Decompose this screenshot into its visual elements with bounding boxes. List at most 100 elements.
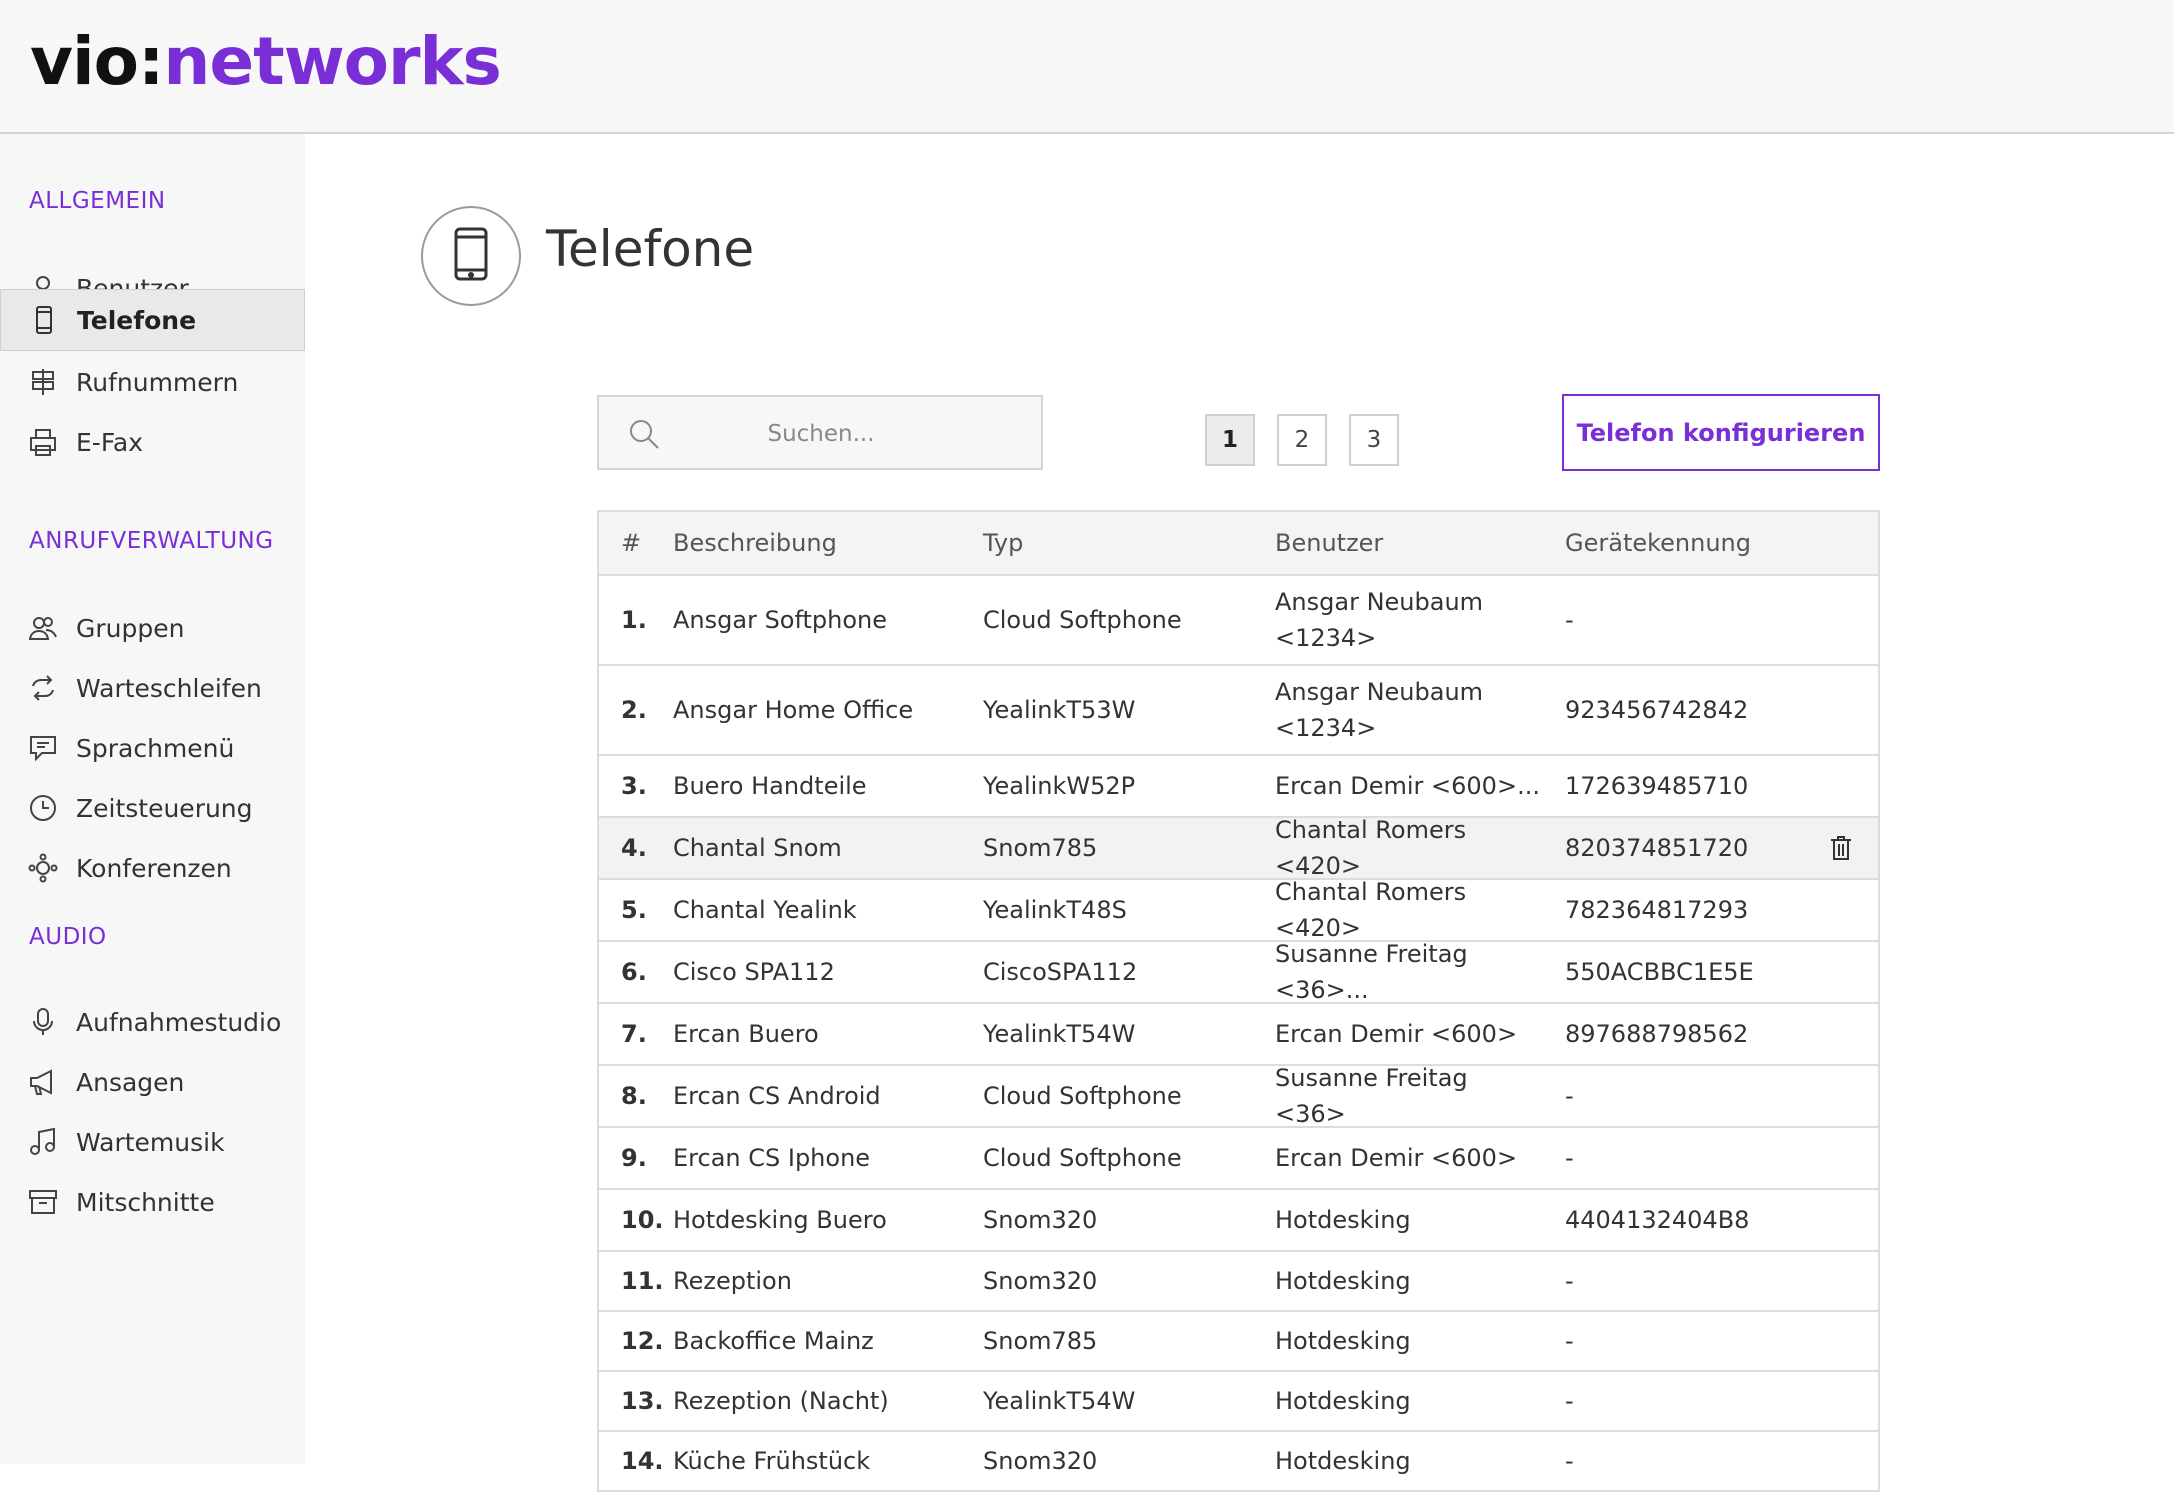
row-user: Ansgar Neubaum <1234> [1275, 678, 1484, 742]
page-button-2[interactable]: 2 [1277, 414, 1327, 466]
header-user[interactable]: Benutzer [1275, 512, 1545, 574]
page-button-3[interactable]: 3 [1349, 414, 1399, 466]
search-box[interactable] [597, 395, 1043, 470]
row-user: Ercan Demir <600> [1275, 1144, 1518, 1172]
row-number: 3. [621, 772, 647, 800]
logo-part-1: vio: [30, 23, 164, 100]
row-user: Chantal Romers <420> [1275, 878, 1467, 942]
row-device-id: 550ACBBC1E5E [1565, 958, 1754, 986]
row-number: 7. [621, 1020, 647, 1048]
row-type: YealinkT53W [983, 696, 1136, 724]
row-device-id: 4404132404B8 [1565, 1206, 1750, 1234]
fax-icon [28, 427, 58, 457]
row-description: Rezeption [673, 1267, 792, 1295]
row-type: Cloud Softphone [983, 606, 1182, 634]
row-type: YealinkW52P [983, 772, 1136, 800]
clock-icon [28, 793, 58, 823]
table-row[interactable]: 13. Rezeption (Nacht) YealinkT54W Hotdeskin… [599, 1372, 1878, 1432]
table-row[interactable]: 8. Ercan CS Android Cloud Softphone Susanne… [599, 1064, 1878, 1128]
row-description: Chantal Yealink [673, 896, 857, 924]
page-title: Telefone [546, 220, 755, 278]
sidebar-section-audio: AUDIO [29, 924, 107, 950]
row-description: Backoffice Mainz [673, 1327, 874, 1355]
sidebar-item-aufnahmestudio[interactable]: Aufnahmestudio [0, 992, 305, 1052]
row-device-id: 923456742842 [1565, 696, 1749, 724]
sidebar-item-warteschleifen[interactable]: Warteschleifen [0, 658, 305, 718]
sidebar-item-label: Aufnahmestudio [76, 1007, 282, 1037]
row-description: Küche Frühstück [673, 1447, 871, 1475]
sidebar-item-wartemusik[interactable]: Wartemusik [0, 1112, 305, 1172]
table-row[interactable]: 12. Backoffice Mainz Snom785 Hotdesking - [599, 1312, 1878, 1372]
table-row[interactable]: 4. Chantal Snom Snom785 Chantal Romers <420… [599, 816, 1878, 880]
row-user: Hotdesking [1275, 1387, 1411, 1415]
search-icon [627, 417, 661, 455]
sidebar-item-zeitsteuerung[interactable]: Zeitsteuerung [0, 778, 305, 838]
sidebar-item-konferenzen[interactable]: Konferenzen [0, 838, 305, 898]
row-description: Buero Handteile [673, 772, 867, 800]
row-user: Ercan Demir <600> [1275, 1020, 1518, 1048]
row-type: Cloud Softphone [983, 1144, 1182, 1172]
sidebar-item-label: Zeitsteuerung [76, 793, 253, 823]
row-number: 11. [621, 1267, 664, 1295]
table-row[interactable]: 9. Ercan CS Iphone Cloud Softphone Ercan De… [599, 1128, 1878, 1190]
sidebar-item-efax[interactable]: E-Fax [0, 412, 305, 472]
table-row[interactable]: 6. Cisco SPA112 CiscoSPA112 Susanne Freitag… [599, 940, 1878, 1004]
row-description: Ansgar Home Office [673, 696, 914, 724]
row-number: 5. [621, 896, 647, 924]
row-description: Ercan Buero [673, 1020, 819, 1048]
header-device-id[interactable]: Gerätekennung [1565, 512, 1751, 574]
row-user: Ansgar Neubaum <1234> [1275, 588, 1484, 652]
trash-icon[interactable] [1830, 818, 1852, 878]
header-type[interactable]: Typ [983, 512, 1023, 574]
page-icon [421, 206, 521, 306]
row-user: Ercan Demir <600>... [1275, 772, 1540, 800]
row-number: 8. [621, 1082, 647, 1110]
page-button-1[interactable]: 1 [1205, 414, 1255, 466]
sidebar-item-gruppen[interactable]: Gruppen [0, 598, 305, 658]
phones-table: # Beschreibung Typ Benutzer Gerätekennun… [597, 510, 1880, 1492]
signpost-icon [28, 367, 58, 397]
row-device-id: - [1565, 1387, 1574, 1415]
sidebar-item-sprachmenue[interactable]: Sprachmenü [0, 718, 305, 778]
conference-icon [28, 853, 58, 883]
row-number: 12. [621, 1327, 664, 1355]
header-description[interactable]: Beschreibung [673, 512, 837, 574]
sidebar-item-rufnummern[interactable]: Rufnummern [0, 352, 305, 412]
table-row[interactable]: 14. Küche Frühstück Snom320 Hotdesking - [599, 1432, 1878, 1492]
table-row[interactable]: 2. Ansgar Home Office YealinkT53W Ansgar Ne… [599, 666, 1878, 756]
music-icon [28, 1127, 58, 1157]
table-row[interactable]: 7. Ercan Buero YealinkT54W Ercan Demir <600… [599, 1004, 1878, 1066]
row-user: Hotdesking [1275, 1327, 1411, 1355]
row-number: 2. [621, 696, 647, 724]
table-header: # Beschreibung Typ Benutzer Gerätekennun… [599, 512, 1878, 576]
search-input[interactable] [669, 409, 973, 459]
sidebar-item-label: Konferenzen [76, 853, 232, 883]
row-device-id: - [1565, 1267, 1574, 1295]
row-type: Snom320 [983, 1206, 1098, 1234]
row-user: Chantal Romers <420> [1275, 816, 1467, 880]
row-device-id: 782364817293 [1565, 896, 1749, 924]
row-type: YealinkT54W [983, 1020, 1136, 1048]
sidebar-item-mitschnitte[interactable]: Mitschnitte [0, 1172, 305, 1232]
sidebar-item-label: Rufnummern [76, 367, 239, 397]
logo[interactable]: vio:networks [30, 22, 502, 102]
sidebar: ALLGEMEIN Benutzer Telefone Rufnummern E… [0, 134, 305, 1464]
sidebar-item-ansagen[interactable]: Ansagen [0, 1052, 305, 1112]
configure-phone-button[interactable]: Telefon konfigurieren [1562, 394, 1880, 471]
sidebar-item-telefone[interactable]: Telefone [0, 289, 305, 351]
sidebar-section-allgemein: ALLGEMEIN [29, 188, 166, 214]
row-description: Chantal Snom [673, 834, 842, 862]
loop-icon [28, 673, 58, 703]
table-row[interactable]: 1. Ansgar Softphone Cloud Softphone Ansgar … [599, 576, 1878, 666]
table-row[interactable]: 11. Rezeption Snom320 Hotdesking - [599, 1252, 1878, 1312]
row-user: Susanne Freitag <36>... [1275, 940, 1468, 1004]
sidebar-item-label: Gruppen [76, 613, 185, 643]
row-device-id: 820374851720 [1565, 834, 1749, 862]
row-user: Hotdesking [1275, 1267, 1411, 1295]
table-row[interactable]: 10. Hotdesking Buero Snom320 Hotdesking 4404… [599, 1190, 1878, 1252]
row-type: YealinkT54W [983, 1387, 1136, 1415]
sidebar-item-label: Mitschnitte [76, 1187, 215, 1217]
row-description: Hotdesking Buero [673, 1206, 887, 1234]
table-row[interactable]: 3. Buero Handteile YealinkW52P Ercan Demir … [599, 756, 1878, 818]
table-row[interactable]: 5. Chantal Yealink YealinkT48S Chantal Rome… [599, 878, 1878, 942]
